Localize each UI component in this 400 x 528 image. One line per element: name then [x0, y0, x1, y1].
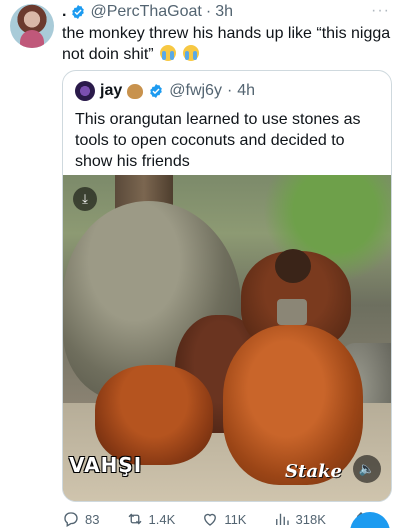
verified-badge-icon — [150, 84, 163, 98]
view-count: 318K — [295, 511, 326, 527]
verified-badge-icon — [72, 5, 85, 19]
tweet-body: the monkey threw his hands up like “this… — [62, 25, 391, 63]
retweet-button[interactable]: 1.4K — [126, 510, 176, 528]
video-watermark: VAHŞI — [69, 453, 143, 477]
retweet-count: 1.4K — [148, 511, 176, 527]
quote-tweet-card[interactable]: jay @fwj6y · 4h This orangutan learned t… — [62, 70, 392, 502]
tweet-header: . @PercThaGoat · 3h — [62, 2, 233, 22]
crying-face-emoji-icon — [182, 45, 199, 61]
retweet-icon — [128, 513, 141, 525]
display-name[interactable]: . — [62, 3, 66, 21]
quote-text: This orangutan learned to use stones as … — [75, 111, 361, 170]
tweet-time[interactable]: 3h — [215, 3, 233, 21]
user-handle[interactable]: @PercThaGoat — [90, 3, 201, 21]
quote-display-name: jay — [100, 82, 123, 99]
quote-handle: @fwj6y — [169, 82, 222, 99]
views-button[interactable]: 318K — [273, 510, 326, 528]
time-separator: · — [205, 3, 212, 20]
crying-face-emoji-icon — [160, 45, 177, 61]
like-count: 11K — [224, 511, 247, 527]
quote-time: 4h — [237, 82, 256, 99]
like-button[interactable]: 11K — [201, 510, 246, 528]
more-dots-icon[interactable]: ··· — [371, 2, 390, 20]
user-avatar[interactable] — [10, 4, 54, 48]
reply-count: 83 — [85, 511, 100, 527]
quote-avatar — [75, 81, 95, 101]
quote-time-separator: · — [226, 82, 233, 99]
quote-video[interactable]: ⤓ VAHŞI Stake 🔈 — [63, 175, 391, 501]
sponsor-logo: Stake — [285, 461, 342, 482]
heart-icon — [204, 513, 217, 526]
tweet-text: the monkey threw his hands up like “this… — [62, 23, 392, 65]
volume-icon[interactable]: 🔈 — [353, 455, 381, 483]
views-chart-icon — [275, 513, 289, 525]
tweet-actions: 83 1.4K 11K 318K — [62, 510, 392, 528]
reply-button[interactable]: 83 — [62, 510, 99, 528]
reply-icon — [64, 512, 78, 527]
teddy-bear-emoji-icon — [127, 83, 144, 99]
quote-header: jay @fwj6y · 4h — [75, 81, 255, 101]
orangutan-figure — [95, 365, 213, 465]
download-icon[interactable]: ⤓ — [73, 187, 97, 211]
